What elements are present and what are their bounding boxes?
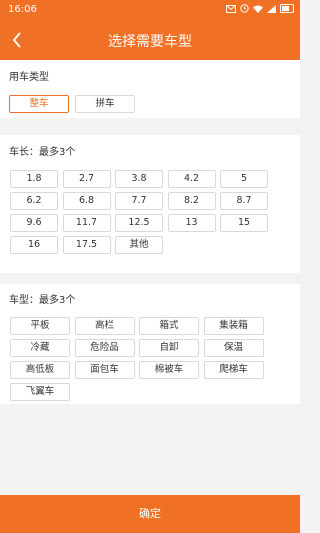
status-time: 16:06	[8, 4, 37, 15]
type-option[interactable]: 棉被车	[139, 361, 199, 379]
status-bar: 16:06	[0, 0, 300, 20]
length-option[interactable]: 1.8	[10, 170, 58, 188]
length-option[interactable]: 其他	[115, 236, 163, 254]
vehicle-type-section: 车型：最多3个 平板 高栏 箱式 集装箱冷藏 危险品 自卸 保温高低板 面包车 棉被车 爬梯车飞翼…	[0, 284, 300, 404]
length-option[interactable]: 5	[220, 170, 268, 188]
length-option[interactable]: 8.2	[167, 192, 216, 210]
status-icons	[226, 4, 294, 13]
vehicle-length-section: 车长：最多3个 1.8 2.7 3.8 4.2 5 6.2 6.8 7.7 8.2 8.7 9.6 1…	[0, 135, 300, 273]
vehicle-usage-label: 用车类型	[9, 72, 49, 83]
type-option[interactable]: 箱式	[139, 317, 199, 335]
type-option[interactable]: 面包车	[74, 361, 135, 379]
length-option[interactable]: 8.7	[220, 192, 268, 210]
vehicle-usage-section: 用车类型 整车 拼车	[0, 60, 300, 118]
type-option[interactable]: 飞翼车	[10, 383, 70, 401]
type-option[interactable]: 冷藏	[10, 339, 70, 357]
alarm-icon	[240, 4, 249, 13]
length-option[interactable]: 17.5	[62, 236, 111, 254]
type-option[interactable]: 集装箱	[203, 317, 264, 335]
length-option[interactable]: 15	[220, 214, 268, 232]
type-option[interactable]: 高栏	[74, 317, 135, 335]
type-option[interactable]: 爬梯车	[203, 361, 264, 379]
length-option[interactable]: 4.2	[167, 170, 216, 188]
vehicle-type-label: 车型：最多3个	[9, 295, 76, 306]
page-title: 选择需要车型	[108, 34, 192, 50]
message-icon	[226, 4, 236, 13]
length-option[interactable]: 2.7	[62, 170, 111, 188]
usage-option-full[interactable]: 整车	[9, 95, 69, 113]
wifi-icon	[253, 5, 263, 13]
type-option[interactable]: 自卸	[139, 339, 199, 357]
length-option[interactable]: 12.5	[115, 214, 163, 232]
length-option[interactable]: 13	[167, 214, 216, 232]
length-option[interactable]: 3.8	[115, 170, 163, 188]
type-option[interactable]: 危险品	[74, 339, 135, 357]
usage-option-shared[interactable]: 拼车	[75, 95, 135, 113]
confirm-button[interactable]: 确定	[0, 495, 300, 533]
length-option[interactable]: 6.8	[62, 192, 111, 210]
length-option[interactable]: 7.7	[115, 192, 163, 210]
type-option[interactable]: 平板	[10, 317, 70, 335]
vehicle-length-label: 车长：最多3个	[9, 147, 76, 158]
length-option[interactable]: 9.6	[10, 214, 58, 232]
signal-icon	[267, 4, 276, 13]
type-option[interactable]: 高低板	[10, 361, 70, 379]
header-bar: 选择需要车型	[0, 20, 300, 60]
length-option[interactable]: 11.7	[62, 214, 111, 232]
length-option[interactable]: 16	[10, 236, 58, 254]
battery-icon	[280, 4, 294, 13]
length-option[interactable]: 6.2	[10, 192, 58, 210]
type-option[interactable]: 保温	[203, 339, 264, 357]
